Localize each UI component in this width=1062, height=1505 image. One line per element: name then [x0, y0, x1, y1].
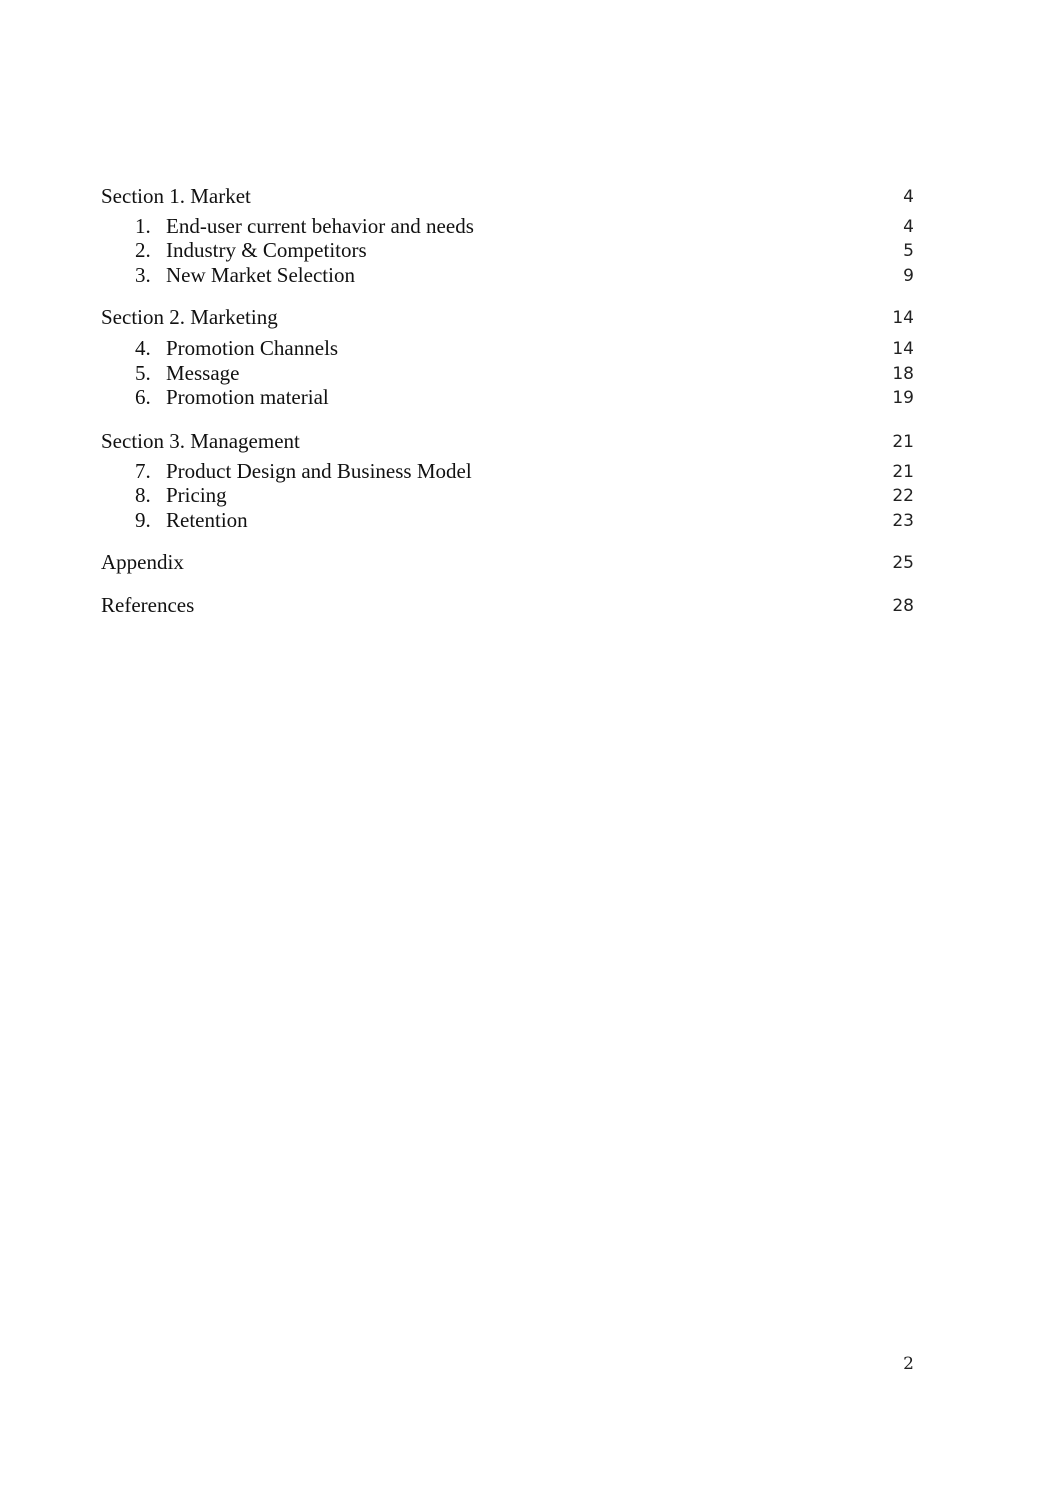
toc-page-number: 23 — [892, 511, 914, 532]
toc-item[interactable]: 7. Product Design and Business Model 21 — [101, 459, 914, 484]
toc-page-number: 21 — [892, 432, 914, 452]
toc-page-number: 4 — [903, 216, 914, 237]
toc-item-number: 5. — [135, 360, 151, 385]
toc-item-number: 6. — [135, 385, 151, 410]
toc-item-title: New Market Selection — [166, 263, 355, 288]
table-of-contents: Section 1. Market 4 1. End-user current … — [101, 184, 914, 618]
toc-item-title: End-user current behavior and needs — [166, 213, 474, 238]
toc-item[interactable]: 3. New Market Selection 9 — [101, 263, 914, 288]
toc-page-number: 25 — [892, 553, 914, 574]
toc-page-number: 19 — [892, 388, 914, 409]
toc-item-title: Pricing — [166, 483, 227, 508]
toc-item[interactable]: 8. Pricing 22 — [101, 483, 914, 508]
toc-item-number: 3. — [135, 263, 151, 288]
toc-page-number: 9 — [903, 266, 914, 287]
toc-item[interactable]: 9. Retention 23 — [101, 508, 914, 533]
toc-page-number: 22 — [892, 486, 914, 507]
toc-item-title: Product Design and Business Model — [166, 458, 472, 483]
document-page: Section 1. Market 4 1. End-user current … — [0, 0, 1062, 1505]
toc-item-number: 8. — [135, 483, 151, 508]
toc-item-title: Promotion material — [166, 385, 329, 410]
toc-item[interactable]: 4. Promotion Channels 14 — [101, 336, 914, 361]
toc-page-number: 28 — [892, 596, 914, 617]
toc-appendix[interactable]: Appendix 25 — [101, 550, 914, 575]
toc-item-number: 9. — [135, 508, 151, 533]
footer-page-number: 2 — [903, 1354, 914, 1374]
toc-item-number: 4. — [135, 335, 151, 360]
toc-item-title: Retention — [166, 508, 248, 533]
toc-page-number: 5 — [903, 241, 914, 262]
toc-appendix-title: Appendix — [101, 550, 184, 575]
toc-item[interactable]: 2. Industry & Competitors 5 — [101, 238, 914, 263]
toc-page-number: 14 — [892, 338, 914, 359]
toc-section-market[interactable]: Section 1. Market 4 — [101, 184, 914, 209]
toc-page-number: 21 — [892, 461, 914, 482]
toc-references[interactable]: References 28 — [101, 593, 914, 618]
toc-item-title: Message — [166, 360, 240, 385]
toc-item[interactable]: 1. End-user current behavior and needs 4 — [101, 214, 914, 239]
toc-item-number: 1. — [135, 213, 151, 238]
toc-section-title: Section 1. Market — [101, 184, 251, 208]
toc-section-marketing[interactable]: Section 2. Marketing 14 — [101, 305, 914, 330]
toc-item[interactable]: 6. Promotion material 19 — [101, 385, 914, 410]
toc-section-title: Section 3. Management — [101, 429, 300, 453]
toc-section-title: Section 2. Marketing — [101, 305, 278, 330]
toc-section-management[interactable]: Section 3. Management 21 — [101, 429, 914, 454]
toc-page-number: 4 — [903, 187, 914, 207]
toc-item-number: 7. — [135, 458, 151, 483]
toc-item-title: Industry & Competitors — [166, 238, 367, 263]
toc-item-number: 2. — [135, 238, 151, 263]
toc-item[interactable]: 5. Message 18 — [101, 361, 914, 386]
toc-page-number: 18 — [892, 363, 914, 384]
toc-item-title: Promotion Channels — [166, 335, 339, 360]
toc-page-number: 14 — [892, 308, 914, 329]
toc-references-title: References — [101, 593, 195, 618]
